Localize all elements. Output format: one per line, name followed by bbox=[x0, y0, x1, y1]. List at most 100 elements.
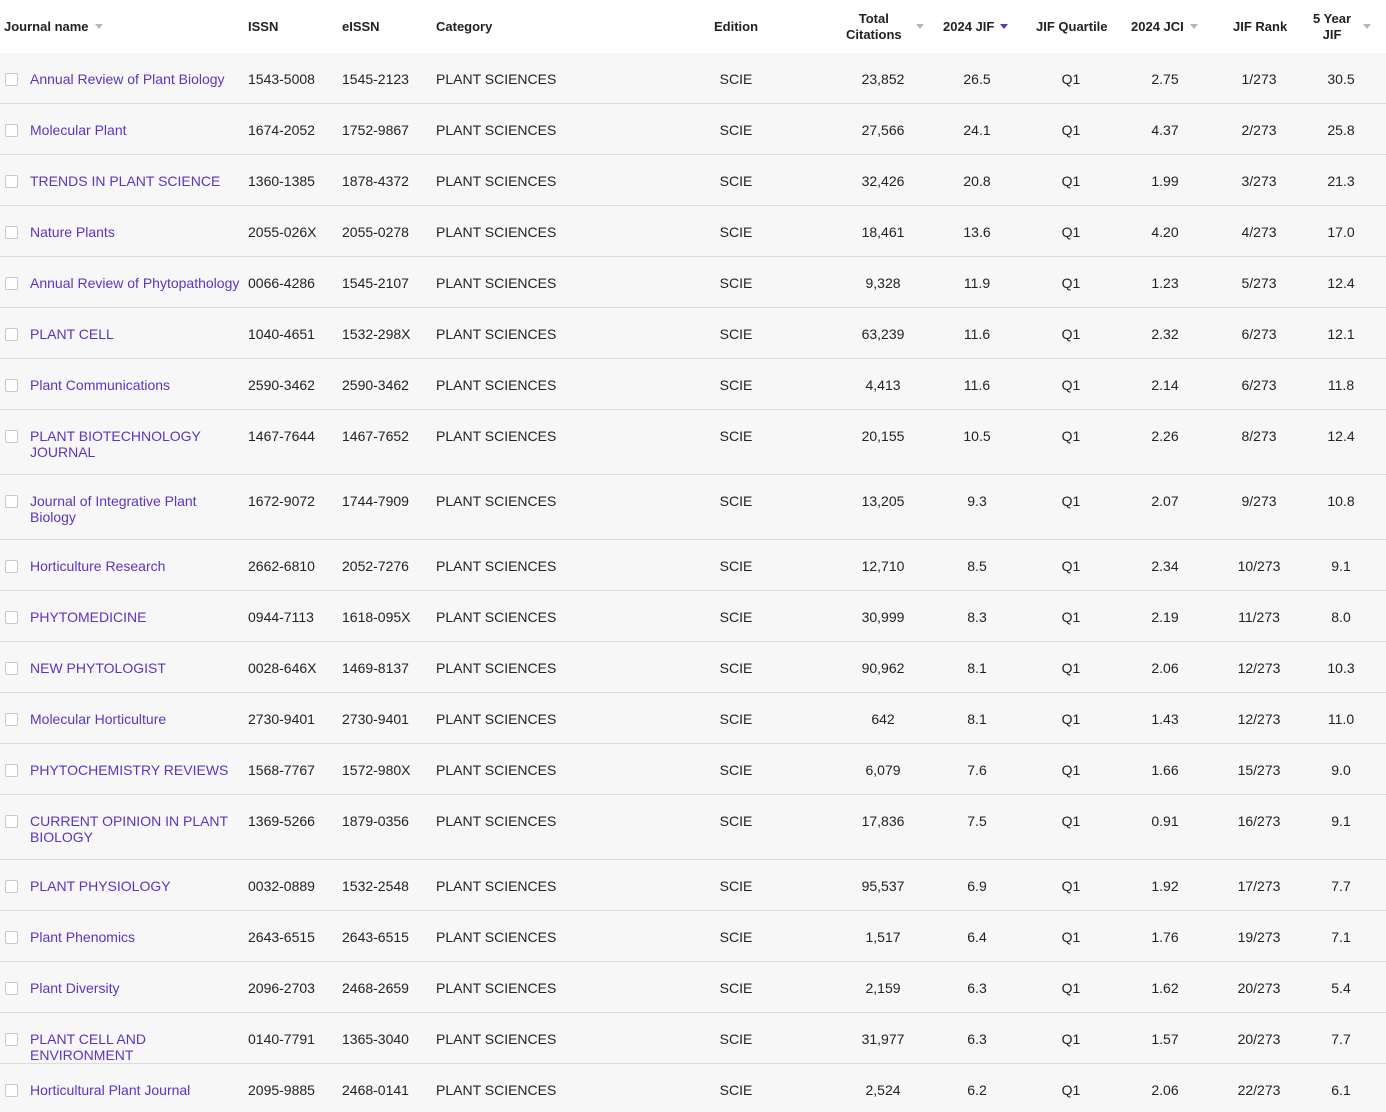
sort-caret-active-icon[interactable] bbox=[1000, 24, 1009, 29]
jci-cell: 2.32 bbox=[1151, 326, 1179, 342]
jci-cell: 2.14 bbox=[1151, 377, 1179, 393]
eissn-cell: 1618-095X bbox=[342, 609, 411, 625]
issn-cell: 2662-6810 bbox=[248, 558, 315, 574]
issn-cell: 0140-7791 bbox=[248, 1031, 315, 1047]
journal-name-link[interactable]: Plant Diversity bbox=[30, 980, 246, 996]
table-row: PHYTOMEDICINE 0944-7113 1618-095X PLANT … bbox=[0, 591, 1386, 642]
five-year-jif-cell: 11.8 bbox=[1327, 377, 1355, 393]
journal-name-link[interactable]: Annual Review of Plant Biology bbox=[30, 71, 246, 87]
journal-name-link[interactable]: CURRENT OPINION IN PLANT BIOLOGY bbox=[30, 813, 246, 845]
five-year-jif-cell: 9.1 bbox=[1331, 813, 1351, 829]
edition-cell: SCIE bbox=[719, 493, 753, 509]
col-jci-label: 2024 JCI bbox=[1131, 18, 1184, 34]
jif-cell: 11.6 bbox=[963, 326, 991, 342]
col-journal-name[interactable]: Journal name bbox=[4, 0, 103, 53]
col-jci[interactable]: 2024 JCI bbox=[1131, 0, 1198, 53]
issn-cell: 2730-9401 bbox=[248, 711, 315, 727]
edition-cell: SCIE bbox=[719, 558, 753, 574]
col-total-citations[interactable]: Total Citations bbox=[846, 0, 924, 53]
jci-cell: 1.66 bbox=[1151, 762, 1179, 778]
issn-cell: 1467-7644 bbox=[248, 428, 315, 444]
jif-cell: 8.1 bbox=[967, 711, 987, 727]
total-citations-cell: 17,836 bbox=[861, 813, 905, 829]
journal-name-link[interactable]: Journal of Integrative Plant Biology bbox=[30, 493, 246, 525]
jif-quartile-cell: Q1 bbox=[1061, 762, 1081, 778]
col-jif-label: 2024 JIF bbox=[943, 18, 995, 34]
edition-cell: SCIE bbox=[719, 762, 753, 778]
row-checkbox[interactable] bbox=[5, 611, 18, 624]
jci-cell: 2.75 bbox=[1151, 71, 1179, 87]
row-checkbox[interactable] bbox=[5, 124, 18, 137]
journal-name-link[interactable]: TRENDS IN PLANT SCIENCE bbox=[30, 173, 246, 189]
table-row: PLANT PHYSIOLOGY 0032-0889 1532-2548 PLA… bbox=[0, 860, 1386, 911]
col-jif-quartile: JIF Quartile bbox=[1036, 0, 1108, 53]
jif-rank-cell: 6/273 bbox=[1241, 326, 1277, 342]
row-checkbox[interactable] bbox=[5, 277, 18, 290]
journal-name-link[interactable]: Molecular Plant bbox=[30, 122, 246, 138]
journal-name-link[interactable]: Annual Review of Phytopathology bbox=[30, 275, 246, 291]
total-citations-cell: 1,517 bbox=[865, 929, 901, 945]
journal-name-link[interactable]: PHYTOCHEMISTRY REVIEWS bbox=[30, 762, 246, 778]
jif-rank-cell: 6/273 bbox=[1241, 377, 1277, 393]
eissn-cell: 1878-4372 bbox=[342, 173, 409, 189]
issn-cell: 2590-3462 bbox=[248, 377, 315, 393]
journal-name-link[interactable]: Nature Plants bbox=[30, 224, 246, 240]
row-checkbox[interactable] bbox=[5, 982, 18, 995]
row-checkbox[interactable] bbox=[5, 226, 18, 239]
jif-rank-cell: 20/273 bbox=[1237, 980, 1281, 996]
issn-cell: 2096-2703 bbox=[248, 980, 315, 996]
jci-cell: 2.07 bbox=[1151, 493, 1179, 509]
journal-name-link[interactable]: Molecular Horticulture bbox=[30, 711, 246, 727]
sort-caret-icon[interactable] bbox=[1189, 24, 1198, 29]
journal-name-link[interactable]: PLANT CELL bbox=[30, 326, 246, 342]
jif-cell: 8.5 bbox=[967, 558, 987, 574]
table-row: Horticultural Plant Journal 2095-9885 24… bbox=[0, 1064, 1386, 1112]
row-checkbox[interactable] bbox=[5, 379, 18, 392]
row-checkbox[interactable] bbox=[5, 880, 18, 893]
sort-caret-icon[interactable] bbox=[1363, 24, 1372, 29]
total-citations-cell: 6,079 bbox=[865, 762, 901, 778]
row-checkbox[interactable] bbox=[5, 430, 18, 443]
journal-name-link[interactable]: Horticulture Research bbox=[30, 558, 246, 574]
row-checkbox[interactable] bbox=[5, 73, 18, 86]
issn-cell: 0032-0889 bbox=[248, 878, 315, 894]
jif-rank-cell: 5/273 bbox=[1241, 275, 1277, 291]
journal-name-link[interactable]: NEW PHYTOLOGIST bbox=[30, 660, 246, 676]
row-checkbox[interactable] bbox=[5, 662, 18, 675]
row-checkbox[interactable] bbox=[5, 815, 18, 828]
jif-cell: 24.1 bbox=[963, 122, 991, 138]
col-five-year-jif[interactable]: 5 Year JIF bbox=[1313, 0, 1372, 53]
sort-caret-icon[interactable] bbox=[915, 24, 924, 29]
row-checkbox[interactable] bbox=[5, 328, 18, 341]
row-checkbox[interactable] bbox=[5, 764, 18, 777]
col-jif[interactable]: 2024 JIF bbox=[943, 0, 1009, 53]
col-edition: Edition bbox=[714, 0, 758, 53]
five-year-jif-cell: 12.1 bbox=[1327, 326, 1355, 342]
row-checkbox[interactable] bbox=[5, 175, 18, 188]
journal-name-link[interactable]: Horticultural Plant Journal bbox=[30, 1082, 246, 1098]
category-cell: PLANT SCIENCES bbox=[436, 326, 557, 342]
row-checkbox[interactable] bbox=[5, 1033, 18, 1046]
jif-rank-cell: 20/273 bbox=[1237, 1031, 1281, 1047]
row-checkbox[interactable] bbox=[5, 560, 18, 573]
row-checkbox[interactable] bbox=[5, 495, 18, 508]
jif-quartile-cell: Q1 bbox=[1061, 813, 1081, 829]
jif-rank-cell: 1/273 bbox=[1241, 71, 1277, 87]
jif-cell: 6.4 bbox=[967, 929, 987, 945]
col-jif-rank-label: JIF Rank bbox=[1233, 18, 1288, 34]
journal-name-link[interactable]: Plant Communications bbox=[30, 377, 246, 393]
journal-name-link[interactable]: PLANT CELL AND ENVIRONMENT bbox=[30, 1031, 246, 1063]
category-cell: PLANT SCIENCES bbox=[436, 609, 557, 625]
journal-name-link[interactable]: PHYTOMEDICINE bbox=[30, 609, 246, 625]
journal-name-link[interactable]: Plant Phenomics bbox=[30, 929, 246, 945]
jif-quartile-cell: Q1 bbox=[1061, 71, 1081, 87]
journal-name-link[interactable]: PLANT PHYSIOLOGY bbox=[30, 878, 246, 894]
row-checkbox[interactable] bbox=[5, 931, 18, 944]
sort-caret-icon[interactable] bbox=[94, 24, 103, 29]
journal-name-link[interactable]: PLANT BIOTECHNOLOGY JOURNAL bbox=[30, 428, 246, 460]
total-citations-cell: 90,962 bbox=[861, 660, 905, 676]
row-checkbox[interactable] bbox=[5, 713, 18, 726]
edition-cell: SCIE bbox=[719, 609, 753, 625]
jif-quartile-cell: Q1 bbox=[1061, 122, 1081, 138]
row-checkbox[interactable] bbox=[5, 1084, 18, 1097]
